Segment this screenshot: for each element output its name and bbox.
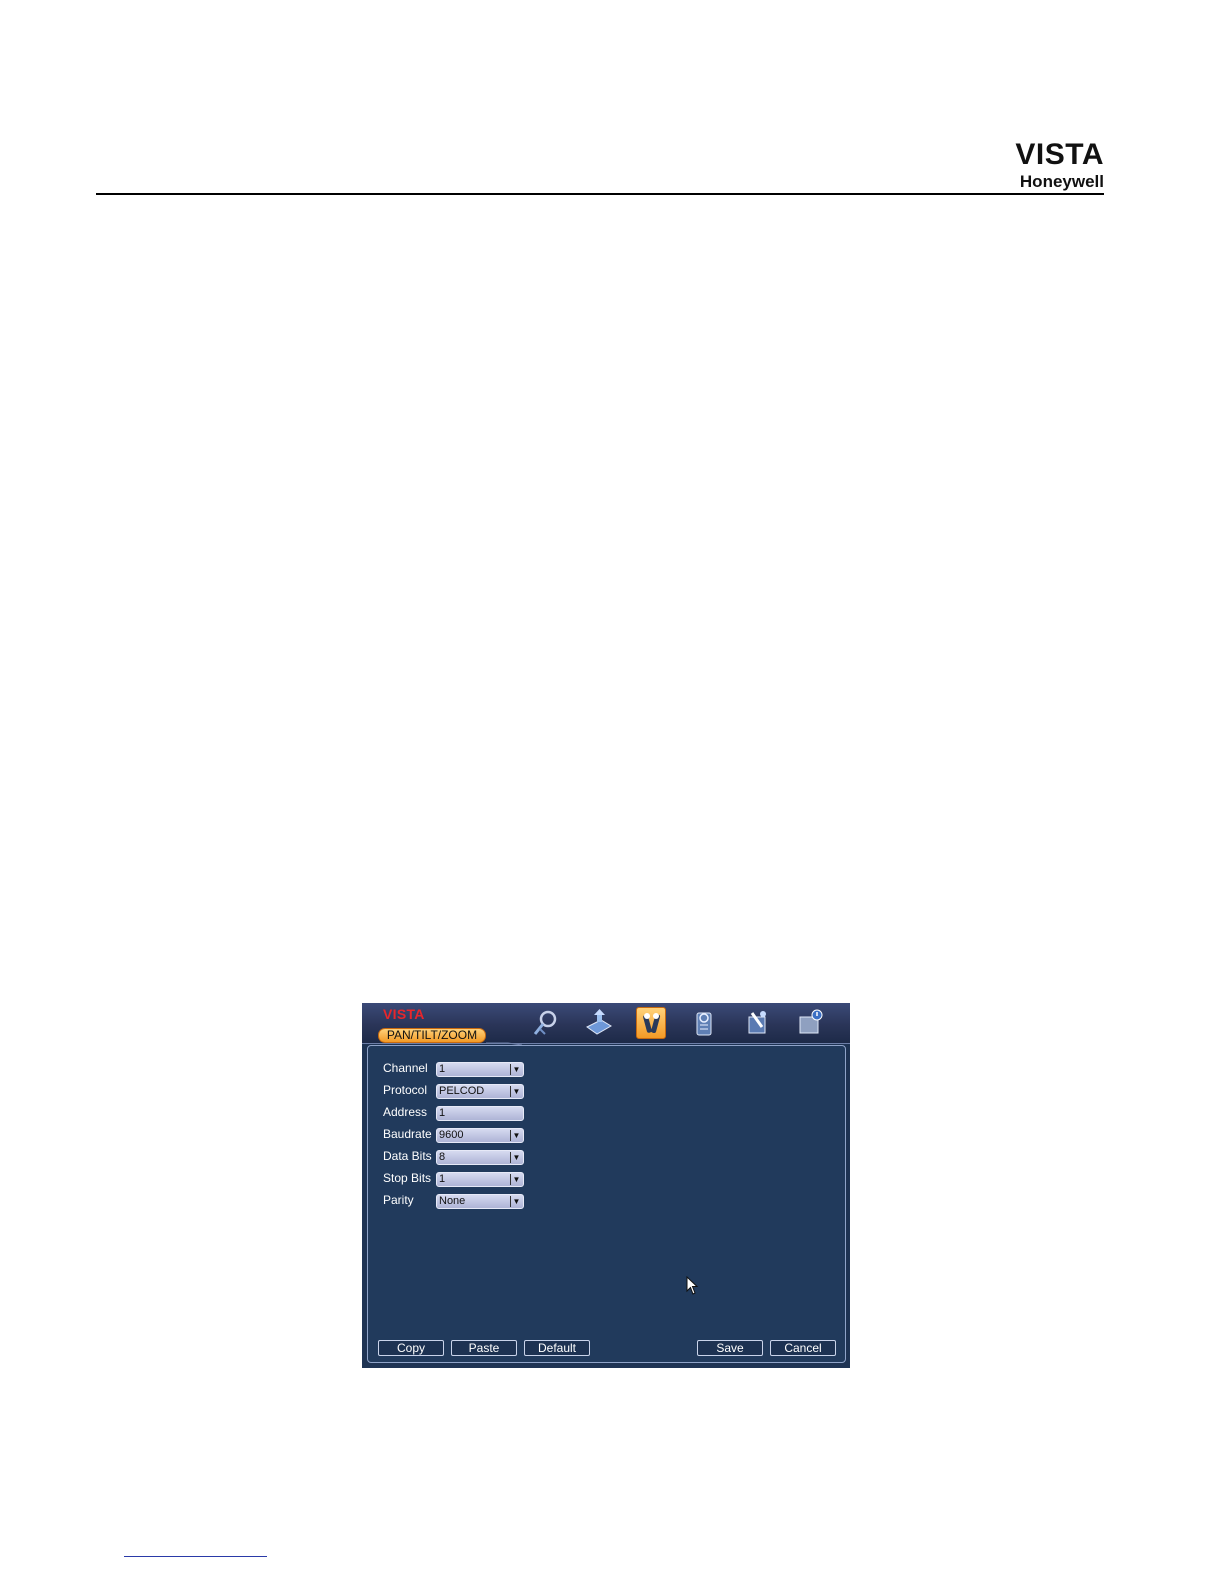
vista-honeywell-logo: VISTA Honeywell <box>1015 140 1104 192</box>
protocol-value: PELCOD <box>439 1085 485 1097</box>
baudrate-value: 9600 <box>439 1129 464 1141</box>
stop-bits-label: Stop Bits <box>383 1171 432 1185</box>
stop-bits-value: 1 <box>439 1173 446 1185</box>
address-input[interactable]: 1 <box>436 1106 524 1121</box>
chevron-down-icon: ▼ <box>510 1174 522 1185</box>
protocol-label: Protocol <box>383 1083 428 1097</box>
default-button[interactable]: Default <box>524 1340 590 1356</box>
cancel-button[interactable]: Cancel <box>770 1340 836 1356</box>
dvr-top-bar: VISTA PAN/TILT/ZOOM <box>362 1003 850 1045</box>
channel-value: 1 <box>439 1063 446 1075</box>
advanced-icon[interactable] <box>742 1007 772 1039</box>
chevron-down-icon: ▼ <box>510 1086 522 1097</box>
header-divider <box>96 193 1104 195</box>
save-button[interactable]: Save <box>697 1340 763 1356</box>
paste-button[interactable]: Paste <box>451 1340 517 1356</box>
chevron-down-icon: ▼ <box>510 1130 522 1141</box>
channel-label: Channel <box>383 1061 428 1075</box>
footer-link-underline[interactable] <box>124 1556 267 1557</box>
info-icon[interactable] <box>689 1007 719 1039</box>
dvr-brand-logo: VISTA <box>383 1006 425 1022</box>
copy-button[interactable]: Copy <box>378 1340 444 1356</box>
address-label: Address <box>383 1105 428 1119</box>
channel-select[interactable]: 1 ▼ <box>436 1062 524 1077</box>
data-bits-label: Data Bits <box>383 1149 432 1163</box>
search-icon[interactable] <box>530 1007 560 1039</box>
backup-icon[interactable] <box>583 1007 613 1039</box>
mouse-cursor-icon <box>686 1276 699 1295</box>
baudrate-label: Baudrate <box>383 1127 432 1141</box>
shutdown-icon[interactable] <box>795 1007 825 1039</box>
dvr-ptz-screenshot: VISTA PAN/TILT/ZOOM Channel 1 ▼ Protocol… <box>362 1003 850 1368</box>
brand-vista-text: VISTA <box>1015 138 1104 171</box>
page-header: VISTA Honeywell <box>96 140 1104 196</box>
address-value: 1 <box>439 1107 446 1119</box>
settings-tools-icon[interactable] <box>636 1007 666 1039</box>
baudrate-select[interactable]: 9600 ▼ <box>436 1128 524 1143</box>
dvr-toolbar <box>530 1007 830 1039</box>
stop-bits-select[interactable]: 1 ▼ <box>436 1172 524 1187</box>
chevron-down-icon: ▼ <box>510 1196 522 1207</box>
parity-label: Parity <box>383 1193 414 1207</box>
parity-value: None <box>439 1195 466 1207</box>
brand-honeywell-text: Honeywell <box>1019 172 1104 191</box>
tab-pan-tilt-zoom[interactable]: PAN/TILT/ZOOM <box>378 1028 486 1043</box>
chevron-down-icon: ▼ <box>510 1152 522 1163</box>
protocol-select[interactable]: PELCOD ▼ <box>436 1084 524 1099</box>
parity-select[interactable]: None ▼ <box>436 1194 524 1209</box>
ptz-settings-panel: Channel 1 ▼ Protocol PELCOD ▼ Address 1 … <box>367 1045 846 1363</box>
chevron-down-icon: ▼ <box>510 1064 522 1075</box>
tab-baseline <box>362 1043 850 1044</box>
tab-slant-decoration <box>486 1042 523 1045</box>
data-bits-select[interactable]: 8 ▼ <box>436 1150 524 1165</box>
data-bits-value: 8 <box>439 1151 446 1163</box>
